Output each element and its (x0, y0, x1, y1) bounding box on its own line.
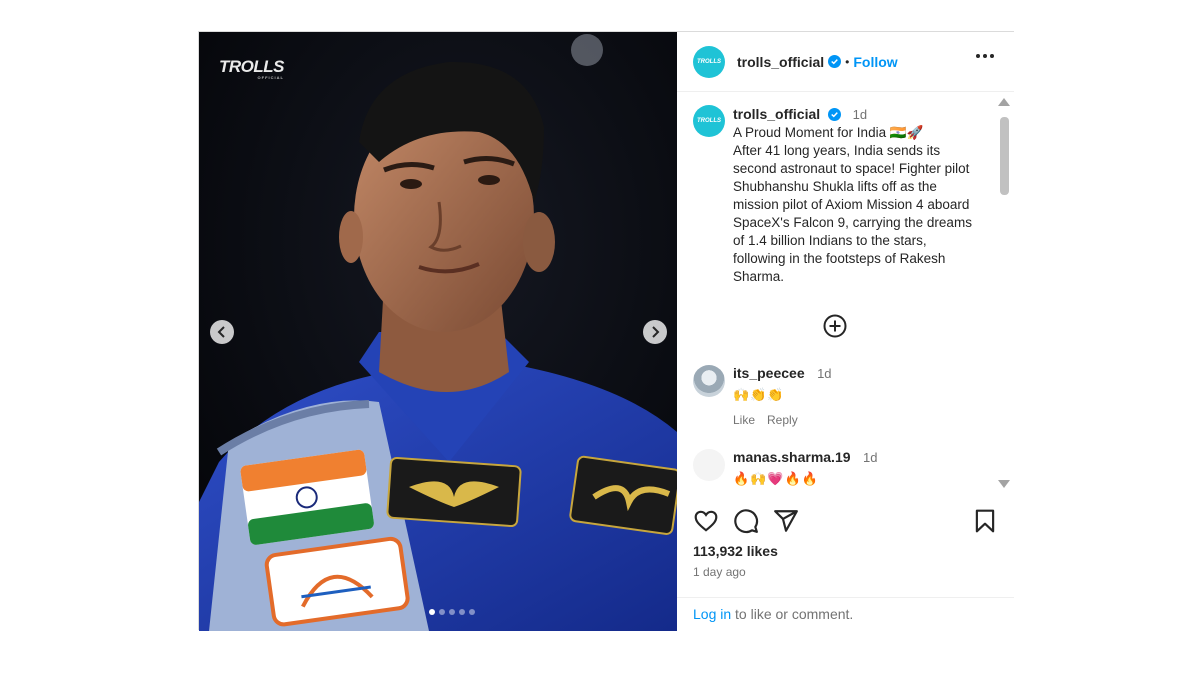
trolls-watermark-logo: TROLLS OFFICIAL (219, 57, 285, 80)
bookmark-icon (975, 509, 995, 533)
carousel-dot (459, 609, 465, 615)
follow-button[interactable]: Follow (853, 54, 897, 70)
comment-username[interactable]: its_peecee (733, 365, 805, 381)
comment-item: its_peecee 1d 🙌👏👏 Like Reply (693, 365, 983, 427)
login-prompt: Log in to like or comment. (677, 597, 1014, 631)
save-button[interactable] (972, 508, 998, 534)
previous-slide-button[interactable] (210, 320, 234, 344)
more-options-icon[interactable] (976, 54, 994, 58)
chevron-left-icon (217, 326, 225, 338)
comment-like-button[interactable]: Like (733, 413, 755, 427)
verified-badge-icon (828, 55, 842, 68)
post-action-bar (693, 508, 998, 536)
post-details-panel: TROLLS trolls_official • Follow TROLLS t… (677, 32, 1014, 631)
header-username[interactable]: trolls_official (737, 54, 824, 70)
login-link[interactable]: Log in (693, 606, 731, 622)
carousel-indicator (429, 609, 475, 615)
comment-item: manas.sharma.19 1d 🔥🙌💗🔥🔥 (693, 449, 983, 487)
instagram-post: TROLLS OFFICIAL TROLLS trolls_official •… (198, 31, 1014, 631)
astronaut-photo (199, 32, 677, 631)
next-slide-button[interactable] (643, 320, 667, 344)
like-button[interactable] (693, 508, 719, 534)
login-prompt-text: to like or comment. (731, 606, 854, 622)
carousel-dot (449, 609, 455, 615)
caption-time: 1d (852, 107, 868, 122)
avatar[interactable] (693, 365, 725, 397)
separator-dot: • (845, 54, 850, 69)
avatar[interactable]: TROLLS (693, 45, 725, 78)
comment-username[interactable]: manas.sharma.19 (733, 449, 851, 465)
heart-icon (694, 510, 718, 532)
share-button[interactable] (773, 508, 799, 534)
comment-time: 1d (817, 366, 832, 381)
comments-scroll-area[interactable]: TROLLS trolls_official 1d A Proud Moment… (677, 93, 1014, 493)
carousel-dot (439, 609, 445, 615)
avatar[interactable] (693, 449, 725, 481)
comment-icon (734, 509, 759, 534)
caption-text: After 41 long years, India sends its sec… (733, 143, 972, 284)
caption-username[interactable]: trolls_official (733, 106, 820, 122)
post-timestamp[interactable]: 1 day ago (693, 565, 746, 579)
carousel-dot (429, 609, 435, 615)
post-image-carousel[interactable]: TROLLS OFFICIAL (199, 32, 677, 631)
share-icon (774, 510, 798, 532)
scrollbar-thumb[interactable] (1000, 117, 1009, 195)
carousel-dot (469, 609, 475, 615)
comment-button[interactable] (733, 508, 759, 534)
scroll-up-arrow[interactable] (998, 98, 1010, 106)
likes-count[interactable]: 113,932 likes (693, 543, 778, 559)
post-header: TROLLS trolls_official • Follow (677, 32, 1014, 92)
comment-time: 1d (862, 450, 878, 465)
chevron-right-icon (652, 326, 660, 338)
verified-badge-icon (827, 108, 841, 121)
post-caption: TROLLS trolls_official 1d A Proud Moment… (693, 105, 993, 286)
caption-title: A Proud Moment for India 🇮🇳🚀 (733, 125, 924, 140)
caption-avatar[interactable]: TROLLS (693, 105, 725, 137)
scroll-down-arrow[interactable] (998, 480, 1010, 488)
comment-reply-button[interactable]: Reply (767, 413, 798, 427)
comment-text: 🙌👏👏 (733, 387, 785, 402)
add-comment-icon[interactable] (823, 314, 847, 338)
comment-text: 🔥🙌💗🔥🔥 (733, 471, 819, 486)
